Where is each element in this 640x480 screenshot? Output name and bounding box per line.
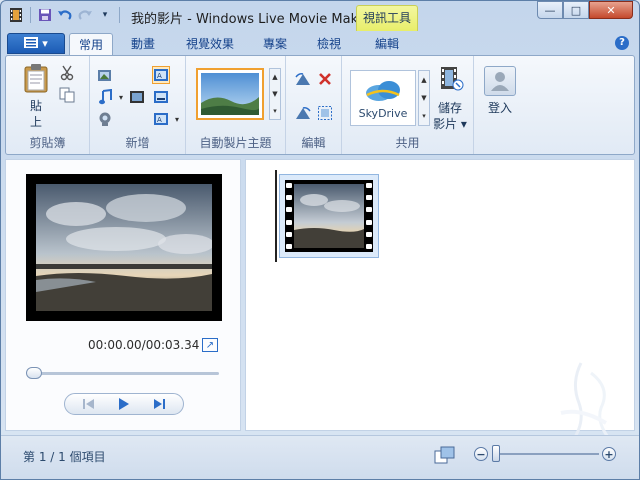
film-holes-right bbox=[366, 183, 372, 249]
tab-edit[interactable]: 編輯 bbox=[361, 33, 413, 55]
next-frame-icon[interactable] bbox=[146, 395, 172, 413]
automovie-theme-thumbnail[interactable] bbox=[196, 68, 264, 120]
zoom-in-icon[interactable]: + bbox=[602, 447, 616, 461]
paste-icon[interactable] bbox=[20, 62, 52, 94]
redo-icon[interactable] bbox=[76, 6, 94, 24]
select-all-icon[interactable] bbox=[316, 104, 334, 122]
storyboard-view-icon[interactable] bbox=[434, 446, 456, 464]
film-holes-left bbox=[286, 183, 292, 249]
qat-separator bbox=[119, 7, 120, 23]
save-movie-icon[interactable] bbox=[436, 64, 466, 94]
save-movie-label[interactable]: 儲存 bbox=[430, 100, 470, 116]
ribbon-tabs: ▾ 常用 動畫 視覺效果 專案 檢視 編輯 ? bbox=[1, 31, 639, 55]
scroll-up-icon[interactable]: ▲ bbox=[421, 76, 426, 84]
preview-image bbox=[36, 184, 214, 311]
paste-button[interactable]: 貼 上 bbox=[24, 98, 48, 130]
seek-bar[interactable] bbox=[26, 372, 219, 375]
preview-monitor[interactable] bbox=[26, 174, 222, 321]
maximize-button[interactable]: □ bbox=[563, 1, 589, 19]
customize-qat-icon[interactable]: ▾ bbox=[96, 6, 114, 24]
save-icon[interactable] bbox=[36, 6, 54, 24]
previous-frame-icon[interactable] bbox=[76, 395, 102, 413]
group-signin: 登入 bbox=[474, 56, 526, 154]
rotate-left-icon[interactable] bbox=[294, 70, 312, 88]
time-display: 00:00.00/00:03.34 bbox=[88, 338, 200, 352]
group-label-automovie-themes: 自動製片主題 bbox=[199, 136, 272, 150]
undo-icon[interactable] bbox=[56, 6, 74, 24]
group-share: SkyDrive ▲ ▼ ▾ 儲存 影片 ▾ 共用 bbox=[342, 56, 474, 154]
theme-gallery-scroll[interactable]: ▲ ▼ ▾ bbox=[269, 68, 281, 120]
gallery-expand-icon[interactable]: ▾ bbox=[273, 107, 277, 115]
seek-thumb[interactable] bbox=[26, 367, 42, 379]
skydrive-label: SkyDrive bbox=[358, 107, 408, 120]
copy-icon[interactable] bbox=[58, 86, 76, 104]
skydrive-icon bbox=[363, 77, 403, 106]
preview-pane: 00:00.00/00:03.34 ↗ bbox=[5, 159, 241, 431]
tab-visual-effects[interactable]: 視覺效果 bbox=[177, 33, 243, 55]
ribbon: 貼 上 剪貼簿 ▾ A A ▾ 新增 ▲ ▼ ▾ 自動製片主題 編輯 SkyDr… bbox=[5, 55, 635, 155]
help-icon[interactable]: ? bbox=[615, 36, 629, 50]
quick-access-toolbar: ▾ bbox=[7, 6, 123, 24]
zoom-slider[interactable] bbox=[493, 453, 599, 455]
save-movie-dropdown[interactable]: 影片 ▾ bbox=[426, 116, 474, 132]
rotate-right-icon[interactable] bbox=[294, 104, 312, 122]
group-label-editing: 編輯 bbox=[301, 136, 326, 150]
add-videos-photos-icon[interactable] bbox=[96, 66, 114, 84]
status-bar: 第 1 / 1 個項目 − + bbox=[1, 435, 639, 479]
title-bar: ▾ 我的影片 - Windows Live Movie Maker 視訊工具 —… bbox=[1, 1, 639, 31]
playhead[interactable] bbox=[275, 170, 277, 262]
caption-icon[interactable] bbox=[152, 88, 170, 106]
app-menu-button[interactable]: ▾ bbox=[7, 33, 65, 54]
chevron-down-icon: ▾ bbox=[42, 37, 48, 50]
scroll-down-icon[interactable]: ▼ bbox=[421, 94, 426, 102]
scroll-up-icon[interactable]: ▲ bbox=[272, 73, 277, 81]
svg-text:A: A bbox=[157, 72, 162, 80]
window-title: 我的影片 - Windows Live Movie Maker bbox=[131, 12, 371, 27]
group-add: ▾ A A ▾ 新增 bbox=[90, 56, 186, 154]
webcam-icon[interactable] bbox=[96, 110, 114, 128]
playback-controls bbox=[64, 393, 184, 415]
remove-icon[interactable] bbox=[316, 70, 334, 88]
snapshot-icon[interactable] bbox=[128, 88, 146, 106]
group-editing: 編輯 bbox=[286, 56, 342, 154]
app-menu-icon bbox=[24, 36, 39, 51]
status-text: 第 1 / 1 個項目 bbox=[23, 450, 106, 464]
tab-project[interactable]: 專案 bbox=[253, 33, 297, 55]
user-icon[interactable] bbox=[484, 66, 516, 96]
group-clipboard: 貼 上 剪貼簿 bbox=[6, 56, 90, 154]
zoom-thumb[interactable] bbox=[492, 445, 500, 462]
close-button[interactable]: ✕ bbox=[589, 1, 633, 19]
play-icon[interactable] bbox=[111, 395, 137, 413]
cut-icon[interactable] bbox=[58, 64, 76, 82]
film-strip bbox=[285, 180, 373, 252]
tab-view[interactable]: 檢視 bbox=[307, 33, 351, 55]
tab-home[interactable]: 常用 bbox=[69, 33, 113, 55]
group-label-clipboard: 剪貼簿 bbox=[29, 136, 66, 150]
context-tab-video-tools[interactable]: 視訊工具 bbox=[356, 5, 418, 31]
qat-separator bbox=[30, 7, 31, 23]
signin-button[interactable]: 登入 bbox=[480, 100, 520, 116]
title-icon[interactable]: A bbox=[152, 66, 170, 84]
group-automovie-themes: ▲ ▼ ▾ 自動製片主題 bbox=[186, 56, 286, 154]
storyboard-clip[interactable] bbox=[279, 174, 379, 258]
zoom-out-icon[interactable]: − bbox=[474, 447, 488, 461]
group-label-share: 共用 bbox=[395, 136, 420, 150]
clip-thumbnail bbox=[294, 184, 364, 248]
caption-buttons: — □ ✕ bbox=[537, 1, 633, 19]
app-window: ▾ 我的影片 - Windows Live Movie Maker 視訊工具 —… bbox=[0, 0, 640, 480]
scroll-down-icon[interactable]: ▼ bbox=[272, 90, 277, 98]
credits-dropdown-icon[interactable]: ▾ bbox=[168, 110, 186, 128]
film-app-icon[interactable] bbox=[7, 6, 25, 24]
svg-text:A: A bbox=[157, 116, 162, 124]
skydrive-button[interactable]: SkyDrive bbox=[350, 70, 416, 126]
group-label-add: 新增 bbox=[125, 136, 150, 150]
tab-animations[interactable]: 動畫 bbox=[119, 33, 167, 55]
popout-icon[interactable]: ↗ bbox=[202, 338, 218, 352]
minimize-button[interactable]: — bbox=[537, 1, 563, 19]
